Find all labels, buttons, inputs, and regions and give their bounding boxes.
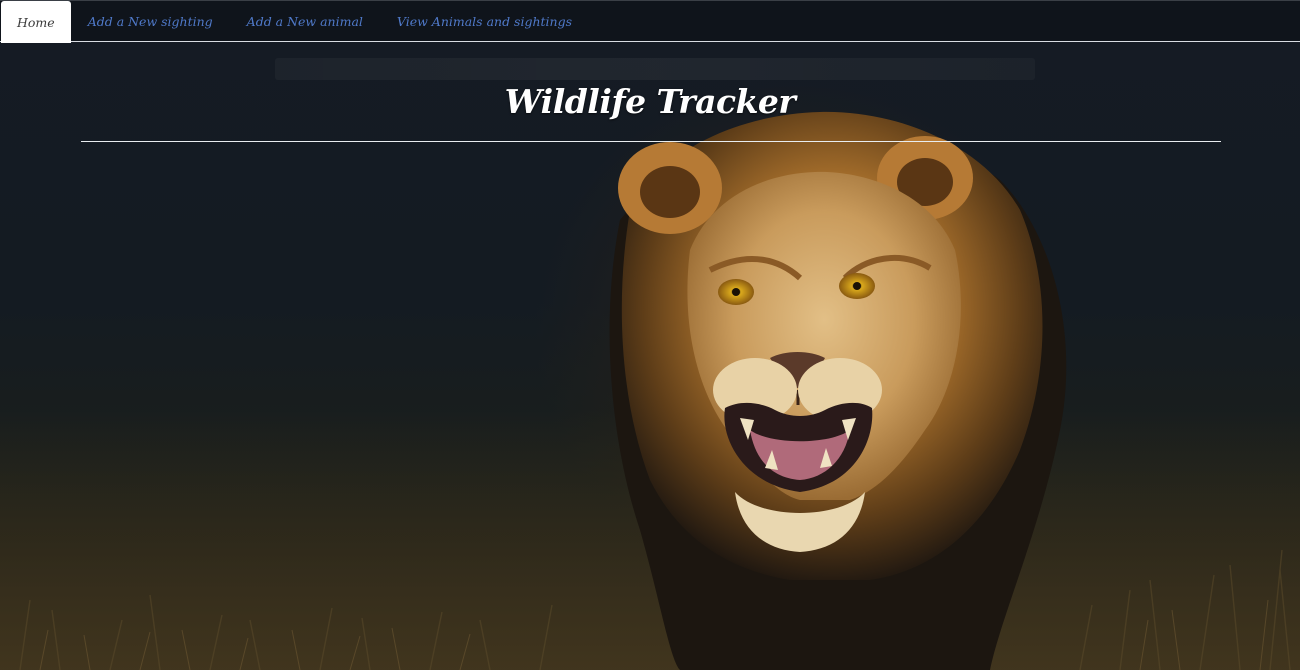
nav-tab-home[interactable]: Home <box>1 1 71 43</box>
nav-tab-add-animal[interactable]: Add a New animal <box>230 1 380 42</box>
nav-tab-view-animals-sightings[interactable]: View Animals and sightings <box>380 1 589 42</box>
nav-tab-add-sighting[interactable]: Add a New sighting <box>71 1 230 42</box>
page-title: Wildlife Tracker <box>504 82 796 121</box>
top-navbar: Home Add a New sighting Add a New animal… <box>0 0 1300 43</box>
page: Home Add a New sighting Add a New animal… <box>0 0 1300 670</box>
photo-watermark <box>275 58 1035 80</box>
lion-image <box>609 111 1067 670</box>
nav-tabs: Home Add a New sighting Add a New animal… <box>0 1 1300 43</box>
title-divider <box>81 141 1221 142</box>
